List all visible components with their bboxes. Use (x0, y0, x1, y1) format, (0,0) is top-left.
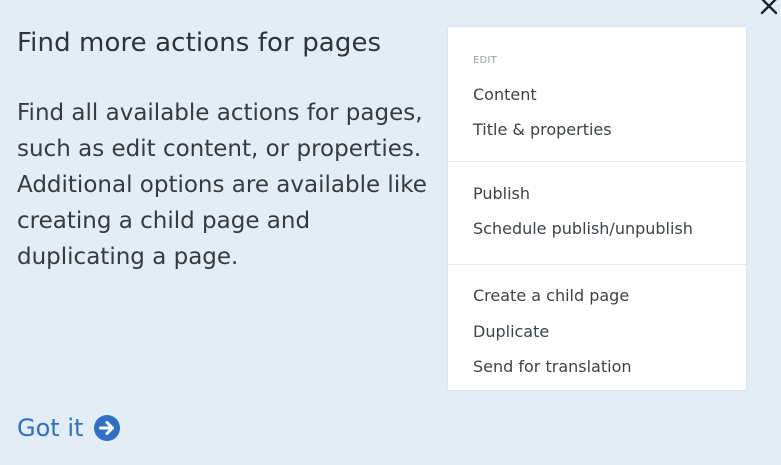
arrow-right-circle-icon (94, 415, 121, 441)
menu-divider (448, 161, 746, 162)
dialog-title: Find more actions for pages (17, 28, 382, 58)
menu-item-title-properties[interactable]: Title & properties (473, 120, 612, 139)
actions-menu-preview: EDIT Content Title & properties Publish … (448, 27, 746, 390)
menu-item-content[interactable]: Content (473, 85, 537, 104)
got-it-button[interactable]: Got it (17, 414, 121, 442)
close-icon (760, 0, 778, 15)
menu-item-create-child-page[interactable]: Create a child page (473, 286, 629, 305)
menu-divider (448, 264, 746, 265)
menu-section-heading-edit: EDIT (473, 55, 497, 66)
close-button[interactable] (757, 0, 781, 18)
dialog-description: Find all available actions for pages, su… (17, 100, 427, 270)
menu-item-send-for-translation[interactable]: Send for translation (473, 357, 632, 376)
menu-item-publish[interactable]: Publish (473, 184, 530, 203)
got-it-label: Got it (17, 414, 84, 442)
menu-item-schedule-publish[interactable]: Schedule publish/unpublish (473, 219, 693, 238)
menu-item-duplicate[interactable]: Duplicate (473, 322, 549, 341)
